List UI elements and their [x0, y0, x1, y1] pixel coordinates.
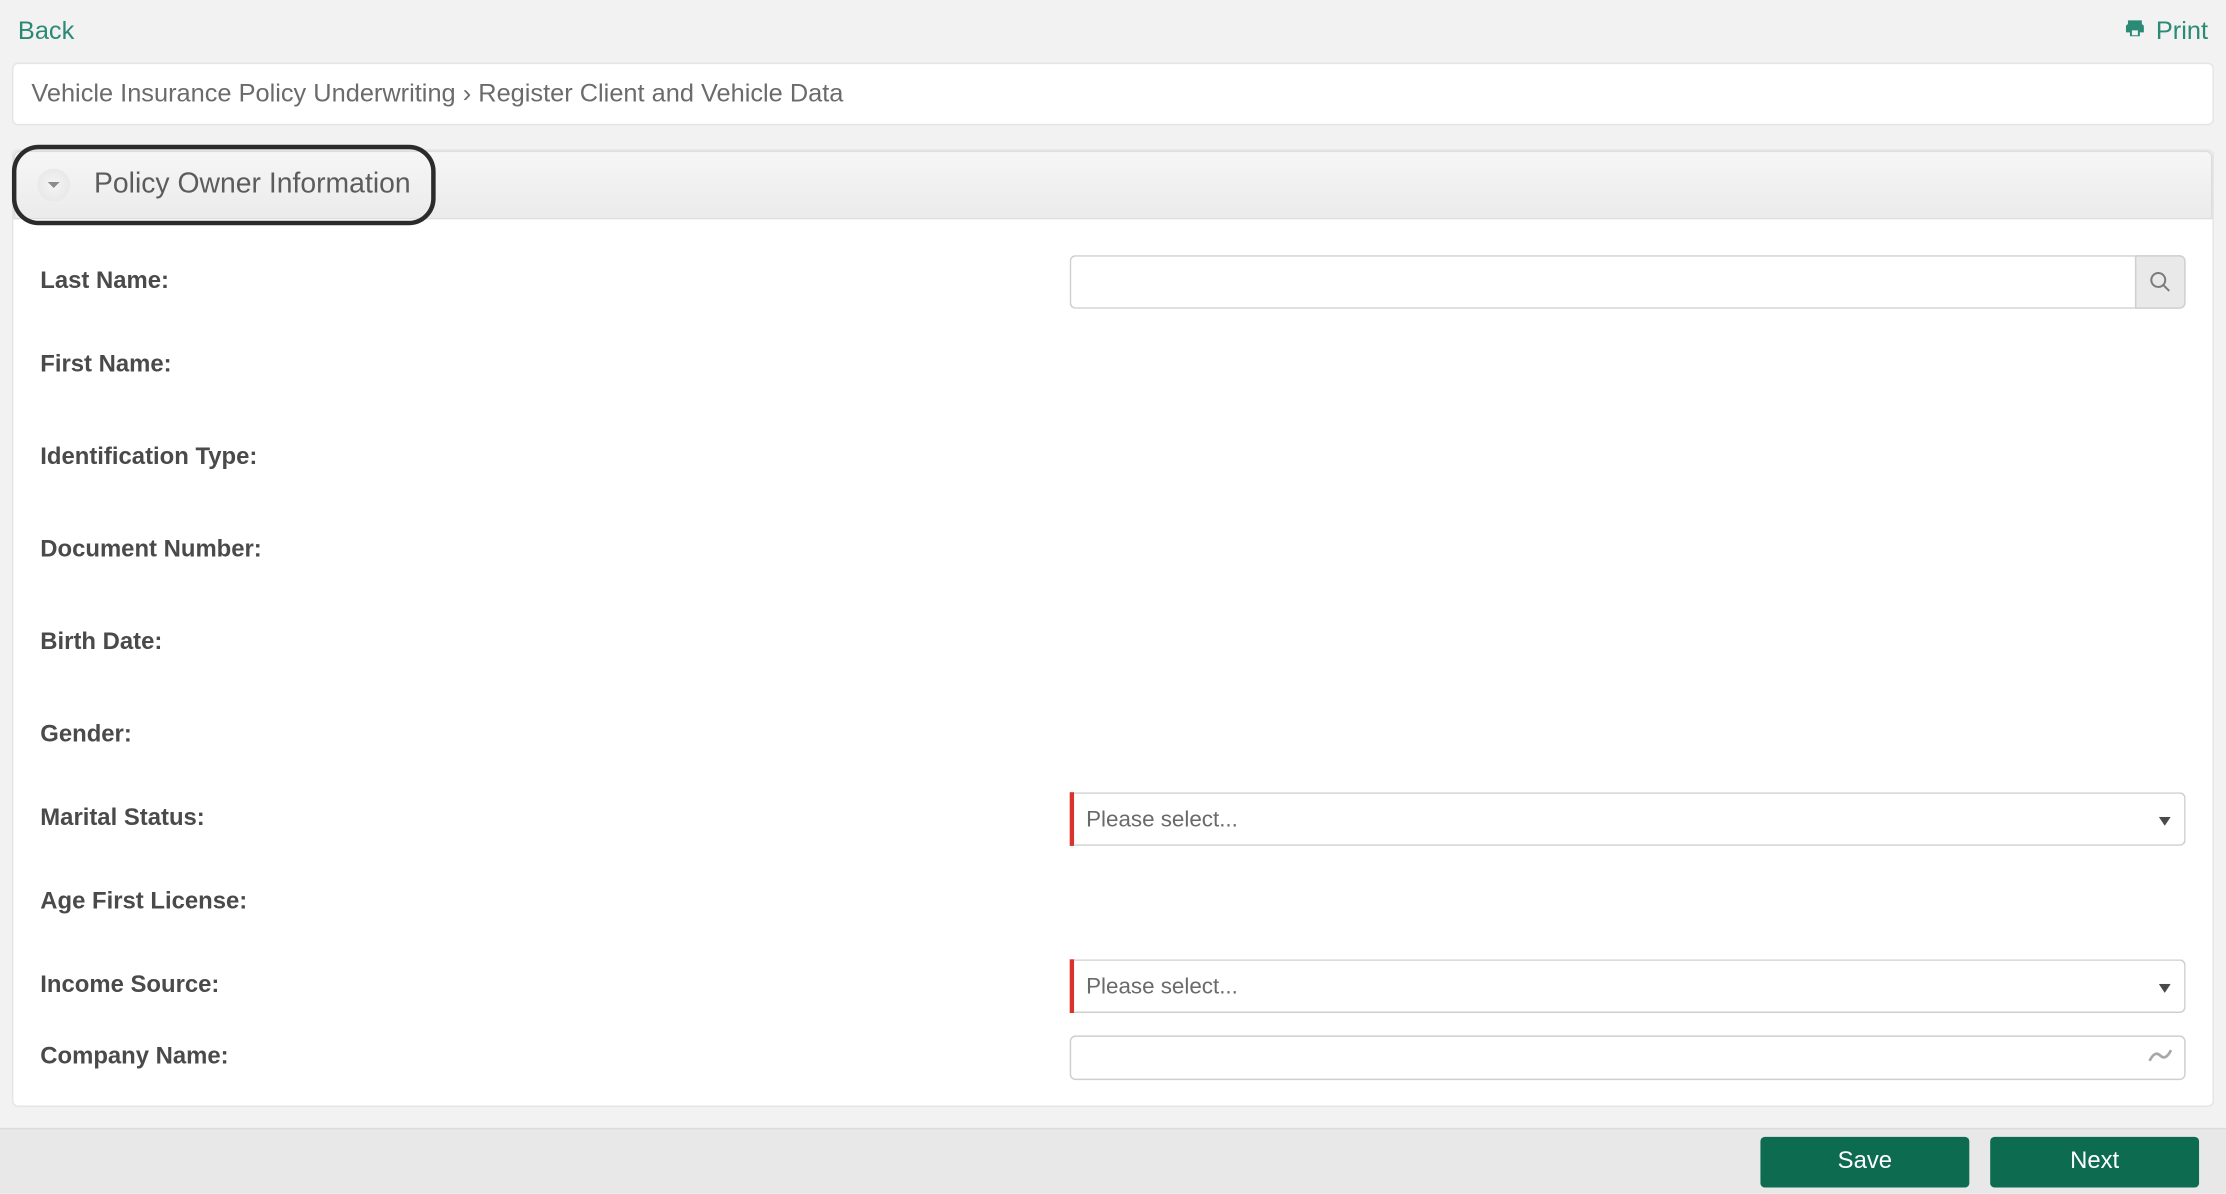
section-header-highlight: Policy Owner Information — [12, 145, 436, 226]
caret-down-icon — [2159, 973, 2171, 998]
income-source-select[interactable]: Please select... — [1070, 959, 2186, 1013]
company-name-input[interactable] — [1070, 1035, 2186, 1080]
income-source-value: Please select... — [1086, 973, 1238, 998]
gender-label: Gender: — [40, 722, 1069, 749]
content-panel: Policy Owner Information Last Name: Firs… — [12, 149, 2214, 1107]
form-area: Last Name: First Name: Identification Ty… — [13, 219, 2212, 1087]
print-icon — [2123, 16, 2147, 47]
birth-date-label: Birth Date: — [40, 630, 1069, 657]
breadcrumb-current: Register Client and Vehicle Data — [478, 79, 843, 107]
document-number-label: Document Number: — [40, 537, 1069, 564]
chevron-down-icon[interactable] — [37, 169, 70, 202]
override-icon — [2147, 1045, 2174, 1070]
marital-status-label: Marital Status: — [40, 806, 1069, 833]
marital-status-value: Please select... — [1086, 806, 1238, 831]
breadcrumb-separator: › — [463, 79, 471, 107]
print-link[interactable]: Print — [2123, 16, 2208, 47]
save-button[interactable]: Save — [1760, 1136, 1969, 1187]
section-title: Policy Owner Information — [94, 169, 411, 202]
last-name-label: Last Name: — [40, 269, 1069, 296]
company-name-label: Company Name: — [40, 1044, 1069, 1071]
breadcrumb: Vehicle Insurance Policy Underwriting › … — [12, 63, 2214, 126]
section-header[interactable]: Policy Owner Information — [13, 151, 2212, 220]
next-button[interactable]: Next — [1990, 1136, 2199, 1187]
identification-type-label: Identification Type: — [40, 445, 1069, 472]
income-source-label: Income Source: — [40, 973, 1069, 1000]
search-button[interactable] — [2135, 255, 2186, 309]
breadcrumb-root[interactable]: Vehicle Insurance Policy Underwriting — [31, 79, 455, 107]
marital-status-select[interactable]: Please select... — [1070, 792, 2186, 846]
last-name-input[interactable] — [1070, 255, 2135, 309]
footer-bar: Save Next — [0, 1128, 2226, 1194]
print-label: Print — [2156, 16, 2208, 46]
age-first-license-label: Age First License: — [40, 889, 1069, 916]
topbar: Back Print — [0, 0, 2226, 63]
caret-down-icon — [2159, 806, 2171, 831]
back-link[interactable]: Back — [18, 16, 74, 46]
first-name-label: First Name: — [40, 352, 1069, 379]
